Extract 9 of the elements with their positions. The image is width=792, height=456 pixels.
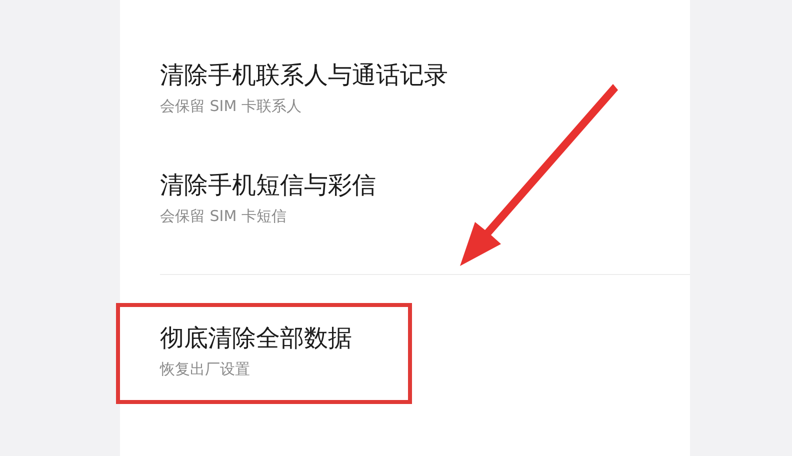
highlight-frame[interactable]: 彻底清除全部数据 恢复出厂设置 bbox=[116, 303, 412, 404]
item-title: 清除手机短信与彩信 bbox=[160, 170, 376, 201]
item-title: 清除手机联系人与通话记录 bbox=[160, 60, 448, 91]
item-subtitle: 会保留 SIM 卡短信 bbox=[160, 206, 288, 227]
item-title: 彻底清除全部数据 bbox=[160, 323, 352, 354]
settings-item[interactable]: 清除手机联系人与通话记录 会保留 SIM 卡联系人 bbox=[116, 55, 492, 121]
item-subtitle: 会保留 SIM 卡联系人 bbox=[160, 96, 302, 117]
item-subtitle: 恢复出厂设置 bbox=[160, 359, 251, 380]
settings-item[interactable]: 清除手机短信与彩信 会保留 SIM 卡短信 bbox=[116, 165, 420, 231]
